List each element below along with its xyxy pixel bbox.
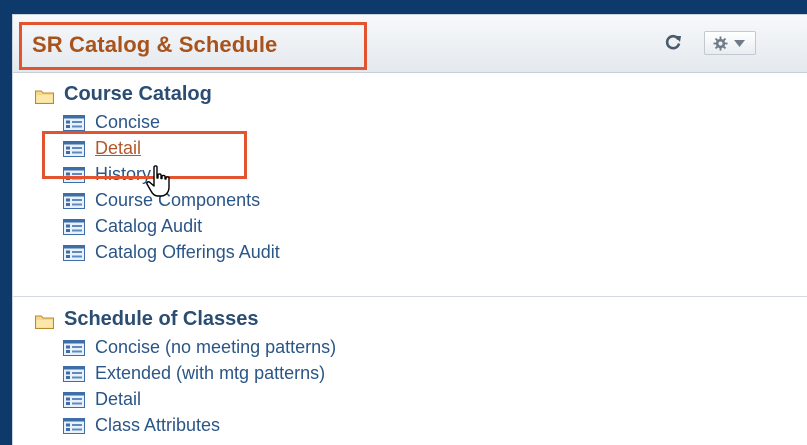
section-title: Schedule of Classes bbox=[64, 308, 259, 330]
title-highlight-box bbox=[19, 22, 367, 70]
component-page-icon bbox=[63, 366, 85, 382]
component-page-icon bbox=[63, 115, 85, 131]
component-page-icon bbox=[63, 392, 85, 408]
refresh-icon[interactable] bbox=[664, 33, 682, 51]
folder-icon bbox=[35, 90, 54, 104]
menu-item-label: Catalog Offerings Audit bbox=[95, 242, 280, 262]
hand-pointer-cursor-icon bbox=[146, 165, 170, 197]
section-course-catalog: Course Catalog Concise Detail History Co… bbox=[13, 74, 807, 297]
component-page-icon bbox=[63, 418, 85, 434]
section-schedule-of-classes: Schedule of Classes Concise (no meeting … bbox=[13, 298, 807, 445]
component-page-icon bbox=[63, 245, 85, 261]
menu-item-label: Concise (no meeting patterns) bbox=[95, 337, 337, 357]
menu-item-label: Class Attributes bbox=[95, 415, 221, 435]
chevron-down-icon bbox=[734, 40, 745, 47]
component-page-icon bbox=[63, 340, 85, 356]
menu-item-label: Detail bbox=[95, 389, 142, 409]
component-page-icon bbox=[63, 219, 85, 235]
component-page-icon bbox=[63, 193, 85, 209]
menu-item-label: Extended (with mtg patterns) bbox=[95, 363, 326, 383]
pagelet-panel: SR Catalog & Schedule Course Catalog Con… bbox=[12, 14, 807, 445]
menu-item-label: Course Components bbox=[95, 190, 261, 210]
section-title: Course Catalog bbox=[64, 83, 212, 105]
menu-item-label: Concise bbox=[95, 112, 161, 132]
folder-icon bbox=[35, 315, 54, 329]
gear-icon bbox=[713, 36, 728, 51]
pagelet-options-button[interactable] bbox=[704, 31, 756, 55]
menu-item-label: Catalog Audit bbox=[95, 216, 203, 236]
